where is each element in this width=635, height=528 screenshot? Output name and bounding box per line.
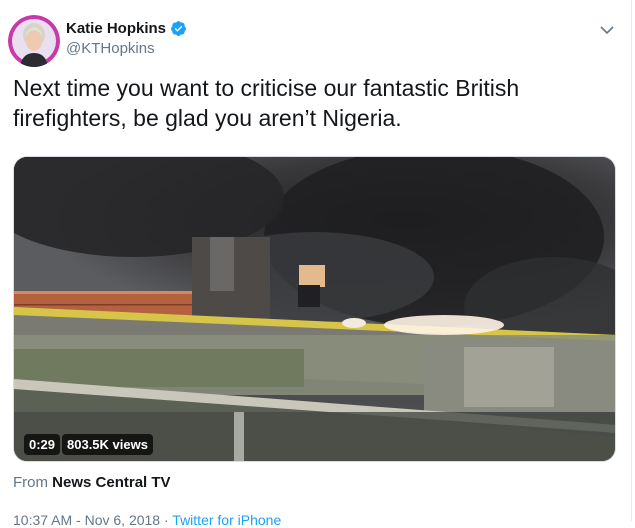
- tweet-client-link[interactable]: Twitter for iPhone: [172, 512, 281, 528]
- video-duration-badge: 0:29: [24, 434, 61, 455]
- meta-separator: ·: [163, 512, 169, 528]
- source-prefix: From: [13, 474, 48, 491]
- source-link[interactable]: News Central TV: [52, 474, 170, 491]
- chevron-down-icon[interactable]: [600, 22, 614, 35]
- author-name-row[interactable]: Katie Hopkins: [66, 20, 187, 37]
- verified-badge-icon: [170, 20, 187, 37]
- video-player[interactable]: [13, 156, 616, 462]
- tweet-timestamp[interactable]: 10:37 AM - Nov 6, 2018: [13, 512, 160, 528]
- tweet-text: Next time you want to criticise our fant…: [13, 75, 520, 131]
- author-handle[interactable]: @KTHopkins: [66, 40, 155, 57]
- avatar[interactable]: [8, 15, 60, 67]
- media-source: From News Central TV: [13, 474, 171, 491]
- tweet-meta: 10:37 AM - Nov 6, 2018 · Twitter for iPh…: [13, 512, 281, 528]
- author-display-name[interactable]: Katie Hopkins: [66, 20, 166, 37]
- avatar-image: [8, 15, 60, 67]
- video-thumbnail: [14, 157, 615, 461]
- tweet-card: Katie Hopkins @KTHopkins Next time you w…: [0, 0, 632, 528]
- video-views-badge: 803.5K views: [62, 434, 153, 455]
